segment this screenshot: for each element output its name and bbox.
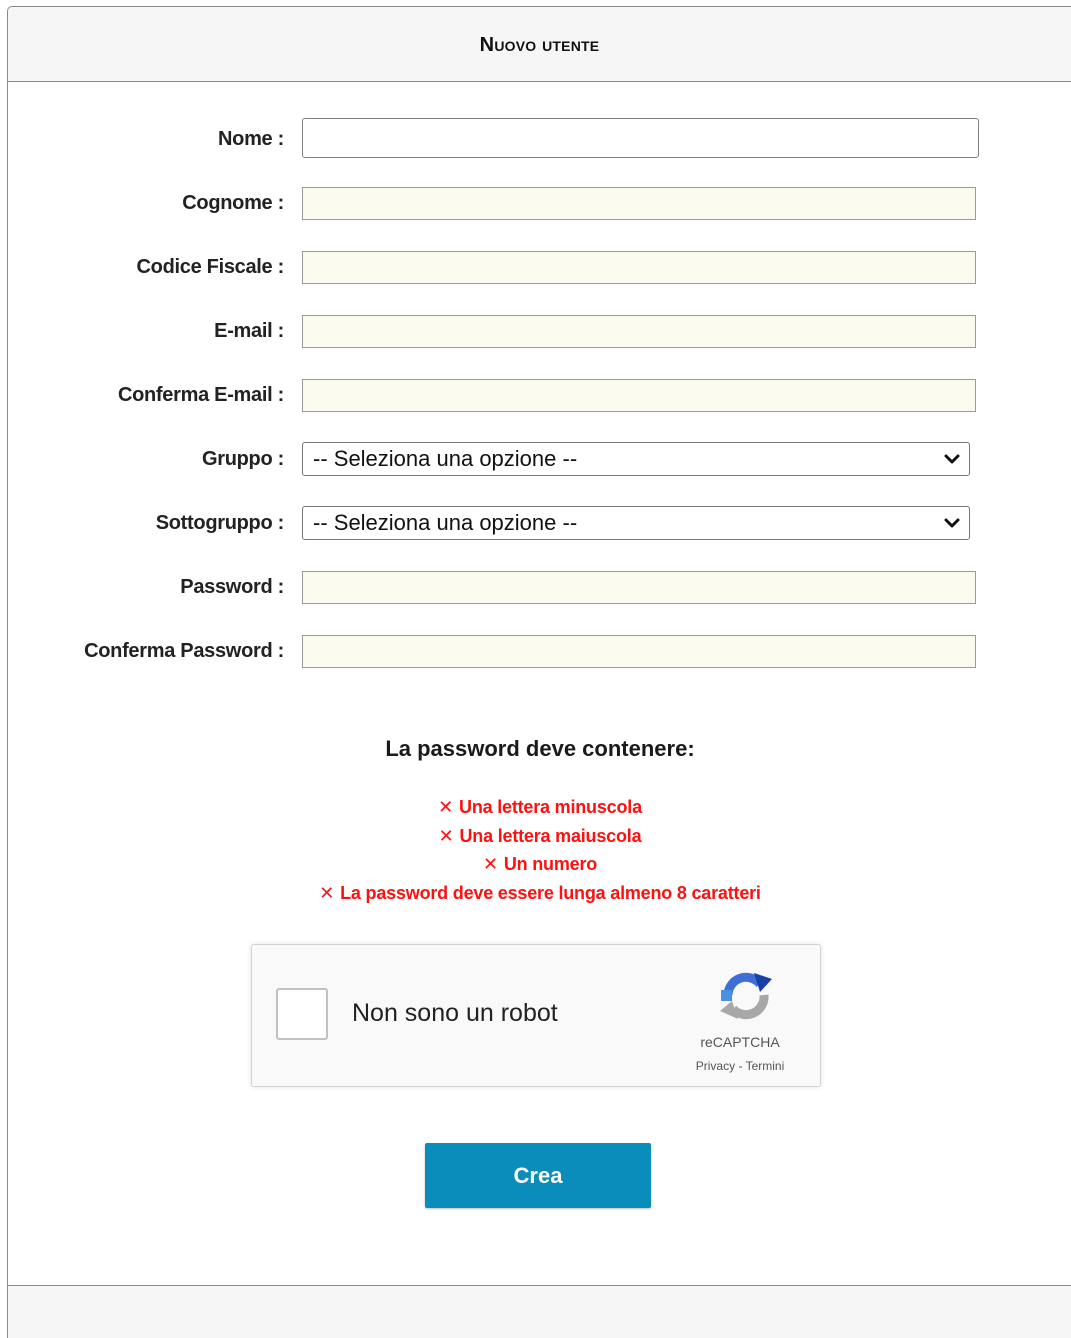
- password-rule-item: ✕ Una lettera minuscola: [8, 793, 1071, 822]
- password-rules-title: La password deve contenere:: [385, 736, 695, 761]
- cross-icon: ✕: [482, 854, 498, 874]
- gruppo-label: Gruppo :: [201, 448, 284, 470]
- password-rule-item: ✕ La password deve essere lunga almeno 8 …: [8, 879, 1071, 908]
- cross-icon: ✕: [319, 882, 335, 903]
- password-input[interactable]: [302, 571, 976, 604]
- sottogruppo-label: Sottogruppo :: [155, 512, 285, 534]
- recaptcha-links-separator: -: [735, 1059, 746, 1073]
- form-row-cognome: Cognome :: [8, 186, 1071, 220]
- confirm-password-label: Conferma Password :: [84, 640, 284, 662]
- page-title: Nuovo utente: [479, 34, 600, 56]
- recaptcha-links: Privacy - Termini: [660, 1059, 820, 1073]
- nome-input[interactable]: [302, 118, 979, 158]
- form-row-nome: Nome :: [8, 118, 1071, 158]
- recaptcha-brand: reCAPTCHA: [700, 1034, 780, 1050]
- cognome-label: Cognome :: [182, 192, 284, 214]
- password-rule-item: ✕ Un numero: [8, 850, 1071, 879]
- form-row-confirm-email: Conferma E-mail :: [8, 378, 1071, 412]
- form-row-confirm-password: Conferma Password :: [8, 634, 1071, 668]
- confirm-password-input[interactable]: [302, 635, 976, 668]
- confirm-email-input[interactable]: [302, 379, 976, 412]
- panel-footer: [8, 1285, 1071, 1338]
- password-rule-text: Una lettera maiuscola: [459, 825, 642, 846]
- codice-fiscale-label: Codice Fiscale :: [136, 256, 285, 278]
- password-rules-list: ✕ Una lettera minuscola ✕ Una lettera maiu…: [8, 793, 1071, 907]
- recaptcha-privacy-link[interactable]: Privacy: [696, 1059, 735, 1073]
- gruppo-select[interactable]: -- Seleziona una opzione --: [302, 442, 970, 476]
- recaptcha-widget: Non sono un robot reCAPTCHA Privacy - Te…: [251, 944, 821, 1087]
- password-rule-text: La password deve essere lunga almeno 8 c…: [340, 882, 761, 903]
- cognome-input[interactable]: [302, 187, 976, 220]
- confirm-email-label: Conferma E-mail :: [117, 384, 284, 406]
- password-rule-item: ✕ Una lettera maiuscola: [8, 822, 1071, 851]
- form-row-codice-fiscale: Codice Fiscale :: [8, 250, 1071, 284]
- codice-fiscale-input[interactable]: [302, 251, 976, 284]
- cross-icon: ✕: [438, 825, 454, 846]
- sottogruppo-select-value: -- Seleziona una opzione --: [313, 510, 578, 535]
- form-row-password: Password :: [8, 570, 1071, 604]
- chevron-down-icon: [944, 518, 960, 528]
- password-label: Password :: [180, 576, 284, 598]
- recaptcha-logo-icon: [720, 972, 772, 1020]
- nome-label: Nome :: [218, 128, 284, 150]
- chevron-down-icon: [944, 454, 960, 464]
- cross-icon: ✕: [438, 797, 454, 817]
- gruppo-select-value: -- Seleziona una opzione --: [313, 446, 578, 471]
- new-user-panel: Nuovo utente Nome : Cognome : Codice Fis…: [7, 6, 1071, 1338]
- recaptcha-terms-link[interactable]: Termini: [746, 1059, 785, 1073]
- form-row-sottogruppo: Sottogruppo : -- Seleziona una opzione -…: [8, 506, 1071, 540]
- form-row-email: E-mail :: [8, 314, 1071, 348]
- form-row-gruppo: Gruppo : -- Seleziona una opzione --: [8, 442, 1071, 476]
- password-rule-text: Un numero: [503, 854, 598, 874]
- create-button[interactable]: Crea: [425, 1143, 651, 1208]
- password-rule-text: Una lettera minuscola: [459, 797, 642, 817]
- email-label: E-mail :: [214, 320, 284, 342]
- sottogruppo-select[interactable]: -- Seleziona una opzione --: [302, 506, 970, 540]
- email-input[interactable]: [302, 315, 976, 348]
- recaptcha-checkbox[interactable]: [276, 988, 328, 1040]
- panel-header: Nuovo utente: [8, 7, 1071, 82]
- recaptcha-label: Non sono un robot: [352, 999, 558, 1027]
